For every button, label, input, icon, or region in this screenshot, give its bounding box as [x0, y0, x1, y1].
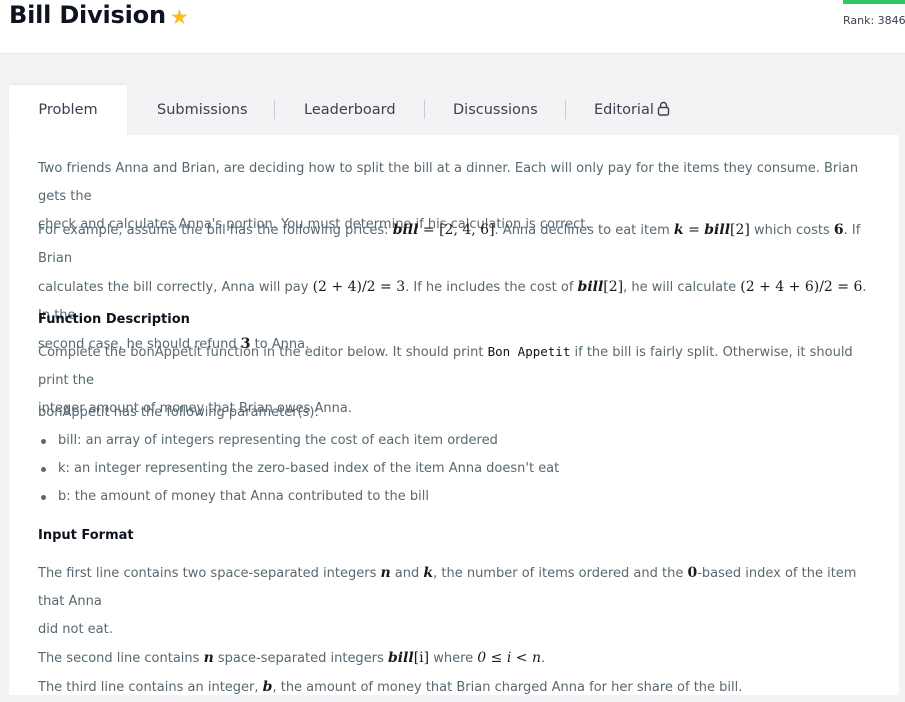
tab-submissions[interactable]: Submissions: [157, 85, 248, 135]
lock-icon: [657, 87, 670, 137]
params-intro: bonAppetit has the following parameter(s…: [38, 405, 319, 420]
function-description-heading: Function Description: [38, 312, 190, 327]
tab-bar: Problem Submissions Leaderboard Discussi…: [9, 85, 899, 135]
tab-divider: [274, 100, 275, 119]
param-list: bill: an array of integers representing …: [38, 427, 878, 511]
tab-leaderboard[interactable]: Leaderboard: [304, 85, 396, 135]
inline-code: Bon Appetit: [487, 344, 571, 359]
parameters: bonAppetit has the following parameter(s…: [38, 399, 878, 511]
tab-divider: [424, 100, 425, 119]
page-title: Bill Division: [9, 1, 166, 29]
input-format: The first line contains two space-separa…: [38, 565, 857, 695]
list-item: k: an integer representing the zero-base…: [38, 455, 878, 483]
intro-line: Two friends Anna and Brian, are deciding…: [38, 161, 859, 204]
header: Bill Division ★ Rank: 3846: [0, 0, 905, 54]
tab-editorial[interactable]: Editorial: [594, 85, 670, 135]
tab-divider: [565, 100, 566, 119]
list-item: b: the amount of money that Anna contrib…: [38, 483, 878, 511]
list-item: bill: an array of integers representing …: [38, 427, 878, 455]
tab-editorial-label: Editorial: [594, 102, 654, 118]
rank-label: Rank: 3846: [843, 14, 905, 27]
tab-problem[interactable]: Problem: [9, 85, 127, 135]
rank-progress-bar: [843, 0, 905, 4]
tab-discussions[interactable]: Discussions: [453, 85, 538, 135]
input-format-heading: Input Format: [38, 528, 134, 543]
problem-statement: Two friends Anna and Brian, are deciding…: [9, 135, 899, 695]
star-icon[interactable]: ★: [170, 5, 189, 29]
